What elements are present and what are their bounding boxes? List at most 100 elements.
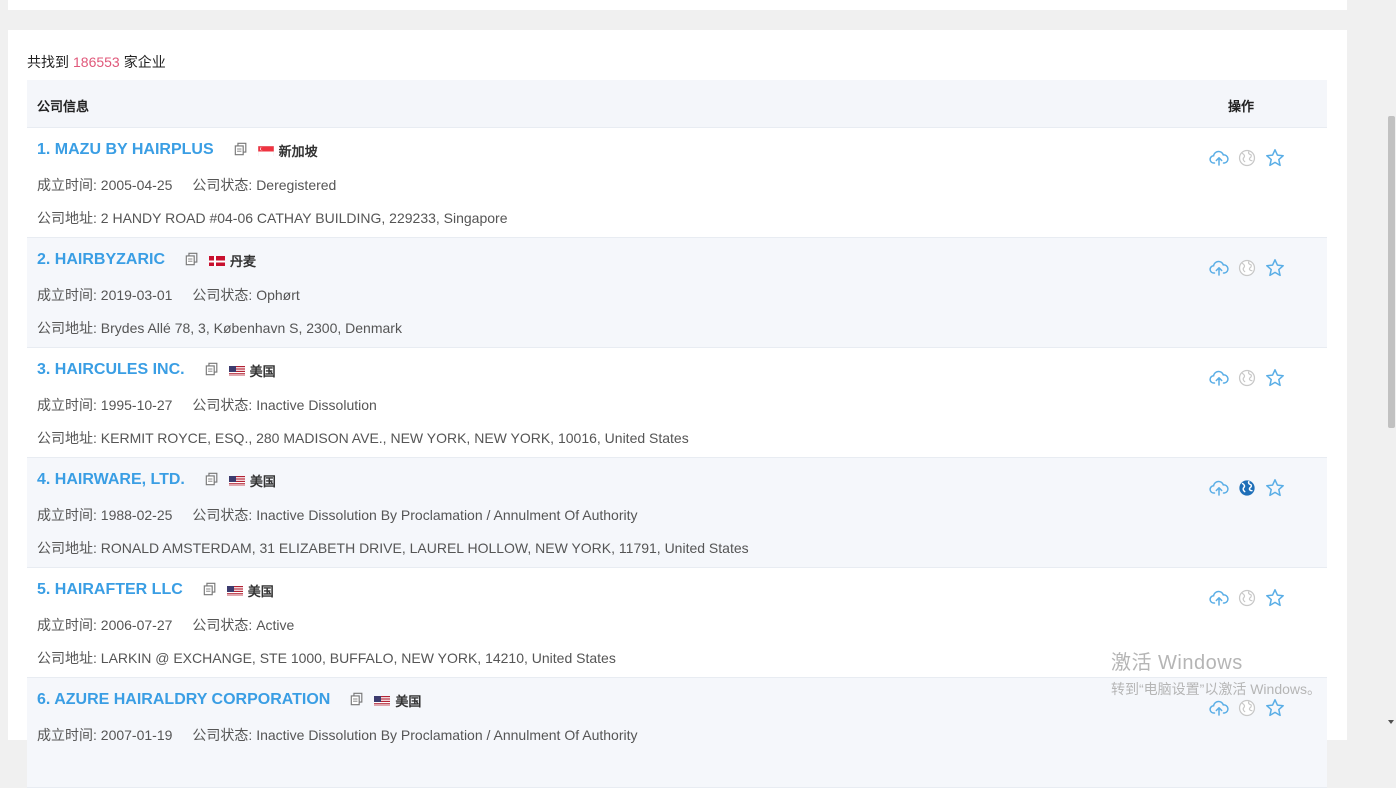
company-status: Deregistered — [256, 177, 336, 193]
star-icon[interactable] — [1265, 698, 1285, 718]
scrollbar-thumb[interactable] — [1388, 116, 1395, 428]
company-name-link[interactable]: 4. HAIRWARE, LTD. — [37, 471, 185, 489]
globe-icon[interactable] — [1237, 588, 1257, 608]
company-meta-line: 成立时间: 1995-10-27公司状态: Inactive Dissoluti… — [37, 395, 377, 415]
copy-icon[interactable] — [350, 692, 366, 708]
copy-icon[interactable] — [203, 582, 219, 598]
row-actions — [1209, 478, 1293, 498]
results-panel: 共找到186553家企业 公司信息 操作 1. MAZU BY HAIRPLUS… — [8, 30, 1347, 740]
company-address: 2 HANDY ROAD #04-06 CATHAY BUILDING, 229… — [101, 210, 508, 226]
summary-suffix: 家企业 — [124, 54, 166, 70]
row-actions — [1209, 368, 1293, 388]
vertical-scrollbar[interactable] — [1386, 0, 1396, 729]
founded-label: 成立时间: — [37, 287, 97, 303]
copy-icon[interactable] — [205, 472, 221, 488]
address-line: 公司地址: RONALD AMSTERDAM, 31 ELIZABETH DRI… — [37, 538, 749, 558]
company-name-link[interactable]: 1. MAZU BY HAIRPLUS — [37, 141, 214, 159]
sg-flag-icon — [258, 145, 274, 156]
company-status: Active — [256, 617, 294, 633]
cloud-upload-icon[interactable] — [1209, 478, 1229, 498]
header-operations: 操作 — [1228, 96, 1254, 115]
row-actions — [1209, 698, 1293, 718]
globe-active-icon[interactable] — [1237, 478, 1257, 498]
summary-prefix: 共找到 — [27, 54, 69, 70]
star-icon[interactable] — [1265, 588, 1285, 608]
dk-flag-icon — [209, 255, 225, 266]
company-name-link[interactable]: 6. AZURE HAIRALDRY CORPORATION — [37, 691, 330, 709]
founded-date: 1995-10-27 — [101, 397, 173, 413]
country-name: 美国 — [395, 691, 421, 710]
founded-date: 2007-01-19 — [101, 727, 173, 743]
address-label: 公司地址: — [37, 430, 97, 446]
table-row: 1. MAZU BY HAIRPLUS 新加坡 成立时间: 2005-04-25… — [27, 128, 1327, 238]
address-label: 公司地址: — [37, 210, 97, 226]
cloud-upload-icon[interactable] — [1209, 588, 1229, 608]
company-meta-line: 成立时间: 2005-04-25公司状态: Deregistered — [37, 175, 336, 195]
cloud-upload-icon[interactable] — [1209, 258, 1229, 278]
founded-date: 2005-04-25 — [101, 177, 173, 193]
star-icon[interactable] — [1265, 478, 1285, 498]
scroll-down-arrow-icon[interactable] — [1386, 716, 1396, 728]
star-icon[interactable] — [1265, 258, 1285, 278]
cloud-upload-icon[interactable] — [1209, 698, 1229, 718]
table-row: 3. HAIRCULES INC. 美国 成立时间: 1995-10-27公司状… — [27, 348, 1327, 458]
company-name-link[interactable]: 2. HAIRBYZARIC — [37, 251, 165, 269]
us-flag-icon — [374, 695, 390, 706]
row-actions — [1209, 148, 1293, 168]
country-name: 美国 — [248, 581, 274, 600]
copy-icon[interactable] — [205, 362, 221, 378]
country-name: 美国 — [250, 361, 276, 380]
status-label: 公司状态: — [192, 617, 252, 633]
company-name-line: 6. AZURE HAIRALDRY CORPORATION 美国 — [37, 689, 421, 711]
star-icon[interactable] — [1265, 368, 1285, 388]
row-actions — [1209, 588, 1293, 608]
status-label: 公司状态: — [192, 727, 252, 743]
table-row: 6. AZURE HAIRALDRY CORPORATION 美国 成立时间: … — [27, 678, 1327, 788]
company-name-link[interactable]: 5. HAIRAFTER LLC — [37, 581, 183, 599]
address-label: 公司地址: — [37, 320, 97, 336]
address-label: 公司地址: — [37, 540, 97, 556]
country-tag: 美国 — [229, 361, 276, 380]
company-status: Inactive Dissolution By Proclamation / A… — [256, 727, 637, 743]
company-name-line: 1. MAZU BY HAIRPLUS 新加坡 — [37, 139, 318, 161]
country-tag: 美国 — [374, 691, 421, 710]
company-address: LARKIN @ EXCHANGE, STE 1000, BUFFALO, NE… — [101, 650, 616, 666]
founded-label: 成立时间: — [37, 177, 97, 193]
result-count: 186553 — [73, 54, 120, 70]
address-line: 公司地址: Brydes Allé 78, 3, København S, 23… — [37, 318, 402, 338]
address-line: 公司地址: 2 HANDY ROAD #04-06 CATHAY BUILDIN… — [37, 208, 508, 228]
company-meta-line: 成立时间: 2006-07-27公司状态: Active — [37, 615, 294, 635]
star-icon[interactable] — [1265, 148, 1285, 168]
status-label: 公司状态: — [192, 287, 252, 303]
table-row: 5. HAIRAFTER LLC 美国 成立时间: 2006-07-27公司状态… — [27, 568, 1327, 678]
company-status: Inactive Dissolution — [256, 397, 377, 413]
globe-icon[interactable] — [1237, 258, 1257, 278]
country-name: 美国 — [250, 471, 276, 490]
company-meta-line: 成立时间: 2019-03-01公司状态: Ophørt — [37, 285, 300, 305]
company-status: Inactive Dissolution By Proclamation / A… — [256, 507, 637, 523]
globe-icon[interactable] — [1237, 368, 1257, 388]
country-tag: 新加坡 — [258, 141, 318, 160]
company-meta-line: 成立时间: 1988-02-25公司状态: Inactive Dissoluti… — [37, 505, 637, 525]
country-tag: 丹麦 — [209, 251, 256, 270]
company-name-link[interactable]: 3. HAIRCULES INC. — [37, 361, 185, 379]
company-name-line: 2. HAIRBYZARIC 丹麦 — [37, 249, 256, 271]
row-actions — [1209, 258, 1293, 278]
country-name: 新加坡 — [279, 141, 318, 160]
cloud-upload-icon[interactable] — [1209, 148, 1229, 168]
address-label: 公司地址: — [37, 650, 97, 666]
table-row: 4. HAIRWARE, LTD. 美国 成立时间: 1988-02-25公司状… — [27, 458, 1327, 568]
status-label: 公司状态: — [192, 397, 252, 413]
us-flag-icon — [227, 585, 243, 596]
company-address: KERMIT ROYCE, ESQ., 280 MADISON AVE., NE… — [101, 430, 689, 446]
globe-icon[interactable] — [1237, 698, 1257, 718]
cloud-upload-icon[interactable] — [1209, 368, 1229, 388]
address-line: 公司地址: LARKIN @ EXCHANGE, STE 1000, BUFFA… — [37, 648, 616, 668]
globe-icon[interactable] — [1237, 148, 1257, 168]
company-name-line: 3. HAIRCULES INC. 美国 — [37, 359, 276, 381]
us-flag-icon — [229, 475, 245, 486]
country-name: 丹麦 — [230, 251, 256, 270]
copy-icon[interactable] — [185, 252, 201, 268]
copy-icon[interactable] — [234, 142, 250, 158]
company-address: Brydes Allé 78, 3, København S, 2300, De… — [101, 320, 402, 336]
